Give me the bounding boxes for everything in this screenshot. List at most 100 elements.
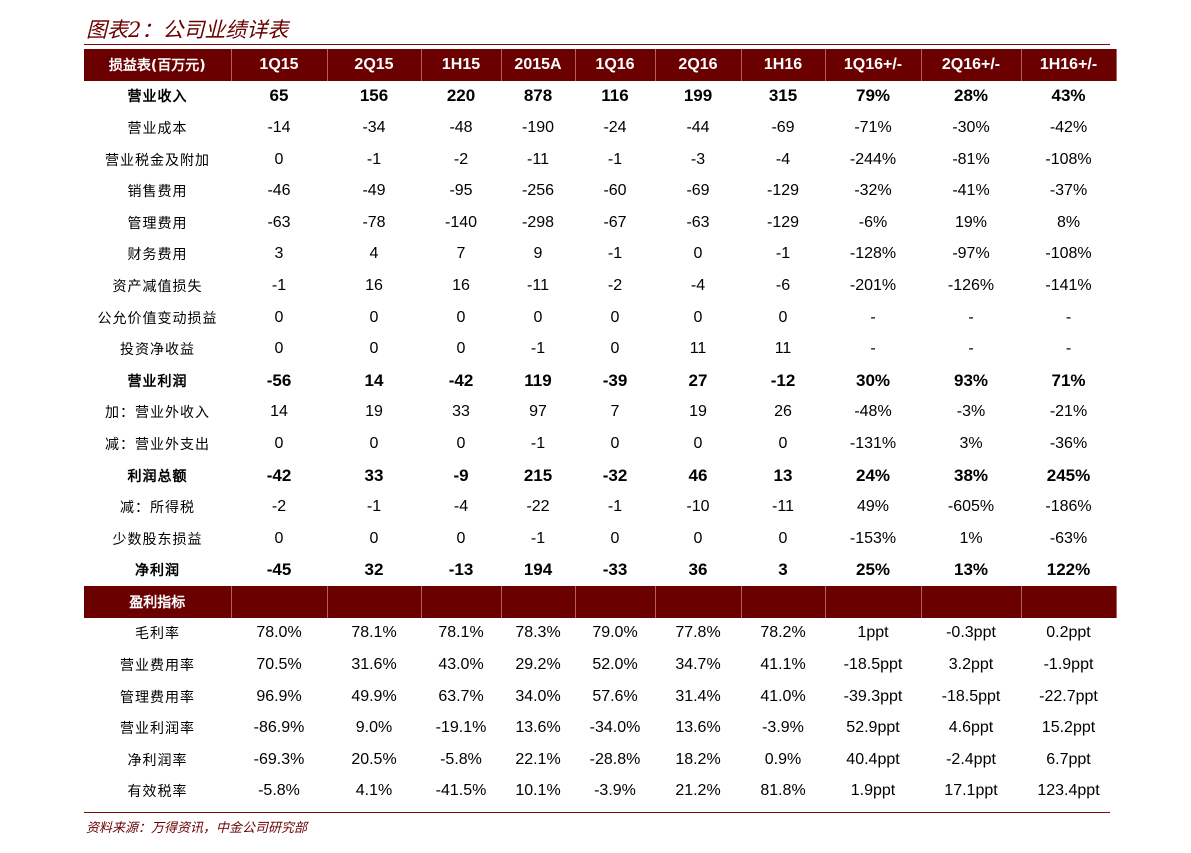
table-cell: 26	[774, 403, 792, 421]
table-cell: -44	[686, 118, 710, 136]
table-cell: 0	[533, 308, 543, 326]
table-cell: 13.6%	[515, 719, 561, 737]
table-cell: -13	[448, 560, 474, 580]
table-cell: 0.9%	[764, 750, 802, 768]
table-cell: -129	[766, 182, 800, 200]
row-label: 投资净收益	[120, 342, 195, 359]
table-cell: 4.1%	[355, 782, 393, 800]
table-cell: -1	[607, 498, 623, 516]
table-cell: -1	[775, 245, 791, 263]
row-label: 净利润	[135, 563, 180, 580]
table-cell: 29.2%	[515, 656, 561, 674]
table-cell: 15.2ppt	[1041, 719, 1096, 737]
section-label: 盈利指标	[84, 586, 232, 618]
table-row: 资产减值损失 -1 16 16 -11 -2 -4 -6 -201% -126% -141%	[84, 270, 1116, 302]
table-cell: -48%	[854, 403, 892, 421]
table-cell: 0	[610, 340, 620, 358]
table-cell: -11	[527, 150, 549, 168]
table-cell: -	[870, 340, 876, 358]
table-cell: 0	[274, 529, 284, 547]
table-cell: 0	[456, 434, 466, 452]
table-cell: 38%	[953, 465, 989, 485]
table-cell: -32	[602, 465, 628, 485]
table-cell: -28.8%	[589, 750, 641, 768]
table-row: 利润总额 -42 33 -9 215 -32 46 13 24% 38% 245%	[84, 460, 1116, 492]
table-cell: 52.0%	[592, 656, 638, 674]
table-row: 营业税金及附加 0 -1 -2 -11 -1 -3 -4 -244% -81% -108%	[84, 144, 1116, 176]
table-cell: 93%	[953, 370, 989, 390]
table-cell: 28%	[953, 86, 989, 106]
table-cell: -42	[266, 465, 292, 485]
table-cell: 77.8%	[675, 624, 721, 642]
table-cell: 46	[688, 465, 708, 485]
table-cell: 40.4ppt	[846, 750, 900, 768]
table-cell: -36%	[1049, 434, 1088, 452]
table-cell: -605%	[947, 498, 995, 516]
table-body: 营业收入 65 156 220 878 116 199 315 79% 28% 43% 营业成本 -14…	[84, 81, 1117, 808]
table-cell: 0	[456, 308, 466, 326]
table-cell: -298	[521, 213, 555, 231]
table-cell: 63.7%	[438, 687, 484, 705]
table-cell: -69	[686, 182, 710, 200]
table-cell: -21%	[1049, 403, 1088, 421]
table-cell: 0	[369, 308, 379, 326]
section-empty-cell	[575, 586, 656, 618]
table-cell: -78	[362, 213, 386, 231]
table-cell: -3%	[956, 403, 986, 421]
table-cell: -49	[362, 182, 386, 200]
table-cell: -4	[453, 498, 469, 516]
table-cell: 33	[364, 465, 384, 485]
table-cell: 16	[452, 276, 470, 294]
table-cell: 18.2%	[675, 750, 721, 768]
table-cell: -244%	[849, 150, 897, 168]
table-cell: -0.3ppt	[946, 624, 996, 642]
table-cell: 4.6ppt	[948, 719, 994, 737]
header-label-cell: 损益表(百万元)	[84, 49, 232, 81]
table-cell: 13	[773, 465, 793, 485]
table-cell: -14	[267, 118, 291, 136]
table-cell: -1	[607, 150, 623, 168]
section-empty-cell	[825, 586, 922, 618]
table-cell: 78.1%	[351, 624, 397, 642]
table-cell: 3	[778, 560, 788, 580]
row-label: 营业费用率	[120, 658, 195, 675]
table-cell: 81.8%	[760, 782, 806, 800]
table-cell: 7	[610, 403, 620, 421]
table-cell: 8%	[1056, 213, 1081, 231]
table-cell: -126%	[947, 276, 995, 294]
table-cell: 13.6%	[675, 719, 721, 737]
table-cell: 1.9ppt	[850, 782, 896, 800]
table-cell: 41.1%	[760, 656, 806, 674]
table-cell: -	[870, 308, 876, 326]
table-cell: 19	[365, 403, 383, 421]
table-cell: -19.1%	[435, 719, 487, 737]
table-cell: -5.8%	[258, 782, 300, 800]
table-cell: -48	[449, 118, 473, 136]
table-cell: 0	[693, 434, 703, 452]
table-cell: -42%	[1049, 118, 1088, 136]
table-cell: 6.7ppt	[1046, 750, 1091, 768]
table-cell: -41%	[952, 182, 990, 200]
row-label: 管理费用率	[120, 689, 195, 706]
table-cell: 0	[369, 434, 379, 452]
title-divider	[84, 44, 1110, 45]
table-cell: 0	[369, 340, 379, 358]
table-cell: 3.2ppt	[948, 656, 994, 674]
table-row: 减：所得税 -2 -1 -4 -22 -1 -10 -11 49% -605% -186%	[84, 491, 1116, 523]
table-cell: 19%	[954, 213, 988, 231]
table-cell: -256	[521, 182, 555, 200]
table-cell: 43%	[1051, 86, 1086, 106]
table-cell: -22	[526, 498, 550, 516]
table-cell: 245%	[1046, 465, 1091, 485]
row-label: 销售费用	[127, 184, 188, 201]
table-row: 净利润 -45 32 -13 194 -33 36 3 25% 13% 122%	[84, 555, 1116, 587]
table-cell: 34.0%	[515, 687, 561, 705]
row-label: 有效税率	[127, 784, 188, 801]
table-cell: -33	[602, 560, 628, 580]
table-cell: 0.2ppt	[1046, 624, 1091, 642]
table-cell: 78.2%	[760, 624, 806, 642]
table-cell: 25%	[855, 560, 891, 580]
table-cell: -5.8%	[440, 750, 482, 768]
section-header-row: 盈利指标	[84, 586, 1117, 618]
table-cell: -86.9%	[253, 719, 305, 737]
